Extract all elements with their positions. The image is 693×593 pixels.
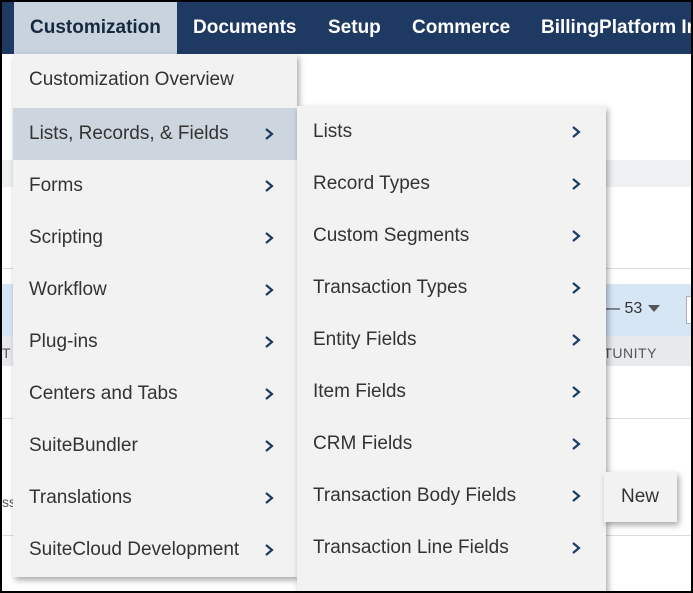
menu-item-scripting[interactable]: Scripting — [13, 212, 297, 264]
menu-item-label: Centers and Tabs — [29, 383, 178, 404]
menu-item-label: Transaction Body Fields — [313, 485, 517, 506]
page-input[interactable] — [686, 296, 693, 324]
menu-item-label: Lists, Records, & Fields — [29, 123, 229, 144]
menu-item-lists[interactable]: Lists — [297, 106, 606, 158]
chevron-right-icon — [572, 386, 581, 398]
menu-item-label: SuiteBundler — [29, 435, 138, 456]
menu-item-label: Record Types — [313, 173, 430, 194]
menu-item-label: Plug-ins — [29, 331, 98, 352]
menu-item-label: Translations — [29, 487, 132, 508]
menu-item-label: Workflow — [29, 279, 107, 300]
menu-item-label: SuiteCloud Development — [29, 539, 240, 560]
chevron-right-icon — [265, 128, 274, 140]
menu-item-plug-ins[interactable]: Plug-ins — [13, 316, 297, 368]
menu-item-item-fields[interactable]: Item Fields — [297, 366, 606, 418]
menu-item-centers-and-tabs[interactable]: Centers and Tabs — [13, 368, 297, 420]
menu-item-new[interactable]: New — [604, 472, 677, 522]
menu-item-label: Custom Segments — [313, 225, 470, 246]
chevron-right-icon — [572, 490, 581, 502]
menu-item-label: Customization Overview — [29, 69, 234, 90]
chevron-right-icon — [265, 284, 274, 296]
top-navigation-bar: Customization Documents Setup Commerce B… — [0, 0, 693, 54]
chevron-right-icon — [265, 492, 274, 504]
lists-records-fields-menu: Lists Record Types Custom Segments Trans… — [297, 106, 606, 593]
menu-item-label: CRM Fields — [313, 433, 413, 454]
chevron-right-icon — [572, 334, 581, 346]
text-fragment: T — [2, 345, 11, 361]
menu-item-label: Transaction Types — [313, 277, 468, 298]
menu-item-transaction-body-fields[interactable]: Transaction Body Fields — [297, 470, 606, 522]
chevron-right-icon — [572, 126, 581, 138]
chevron-right-icon — [265, 232, 274, 244]
menu-item-transaction-types[interactable]: Transaction Types — [297, 262, 606, 314]
menu-item-suitebundler[interactable]: SuiteBundler — [13, 420, 297, 472]
nav-billingplatform[interactable]: BillingPlatform Ir — [541, 0, 693, 54]
menu-item-record-types[interactable]: Record Types — [297, 158, 606, 210]
nav-documents[interactable]: Documents — [193, 0, 296, 54]
chevron-right-icon — [572, 282, 581, 294]
menu-item-label: Forms — [29, 175, 83, 196]
chevron-right-icon — [572, 178, 581, 190]
nav-setup[interactable]: Setup — [328, 0, 381, 54]
menu-item-translations[interactable]: Translations — [13, 472, 297, 524]
menu-item-label: Lists — [313, 121, 353, 142]
menu-item-workflow[interactable]: Workflow — [13, 264, 297, 316]
menu-item-transaction-line-fields[interactable]: Transaction Line Fields — [297, 522, 606, 574]
menu-item-forms[interactable]: Forms — [13, 160, 297, 212]
chevron-right-icon — [265, 180, 274, 192]
chevron-right-icon — [265, 336, 274, 348]
transaction-body-fields-menu: New — [604, 472, 677, 522]
chevron-right-icon — [572, 230, 581, 242]
menu-item-custom-segments[interactable]: Custom Segments — [297, 210, 606, 262]
customization-menu: Customization Overview Lists, Records, &… — [13, 54, 297, 577]
menu-item-lists-records-fields[interactable]: Lists, Records, & Fields — [13, 108, 297, 160]
menu-item-label: Entity Fields — [313, 329, 417, 350]
nav-customization[interactable]: Customization — [14, 0, 177, 54]
menu-item-suitecloud-development[interactable]: SuiteCloud Development — [13, 524, 297, 576]
chevron-right-icon — [265, 388, 274, 400]
chevron-right-icon — [572, 438, 581, 450]
menu-item-label: New — [621, 486, 660, 507]
chevron-right-icon — [572, 542, 581, 554]
caret-down-icon — [648, 305, 661, 313]
chevron-right-icon — [265, 544, 274, 556]
nav-commerce[interactable]: Commerce — [412, 0, 510, 54]
chevron-right-icon — [265, 440, 274, 452]
menu-item-crm-fields[interactable]: CRM Fields — [297, 418, 606, 470]
page-selector[interactable]: — 53 — [604, 300, 661, 318]
menu-item-label: Scripting — [29, 227, 103, 248]
menu-item-label: Transaction Line Fields — [313, 537, 509, 558]
menu-item-label: Item Fields — [313, 381, 406, 402]
menu-item-entity-fields[interactable]: Entity Fields — [297, 314, 606, 366]
menu-item-customization-overview[interactable]: Customization Overview — [13, 54, 297, 106]
